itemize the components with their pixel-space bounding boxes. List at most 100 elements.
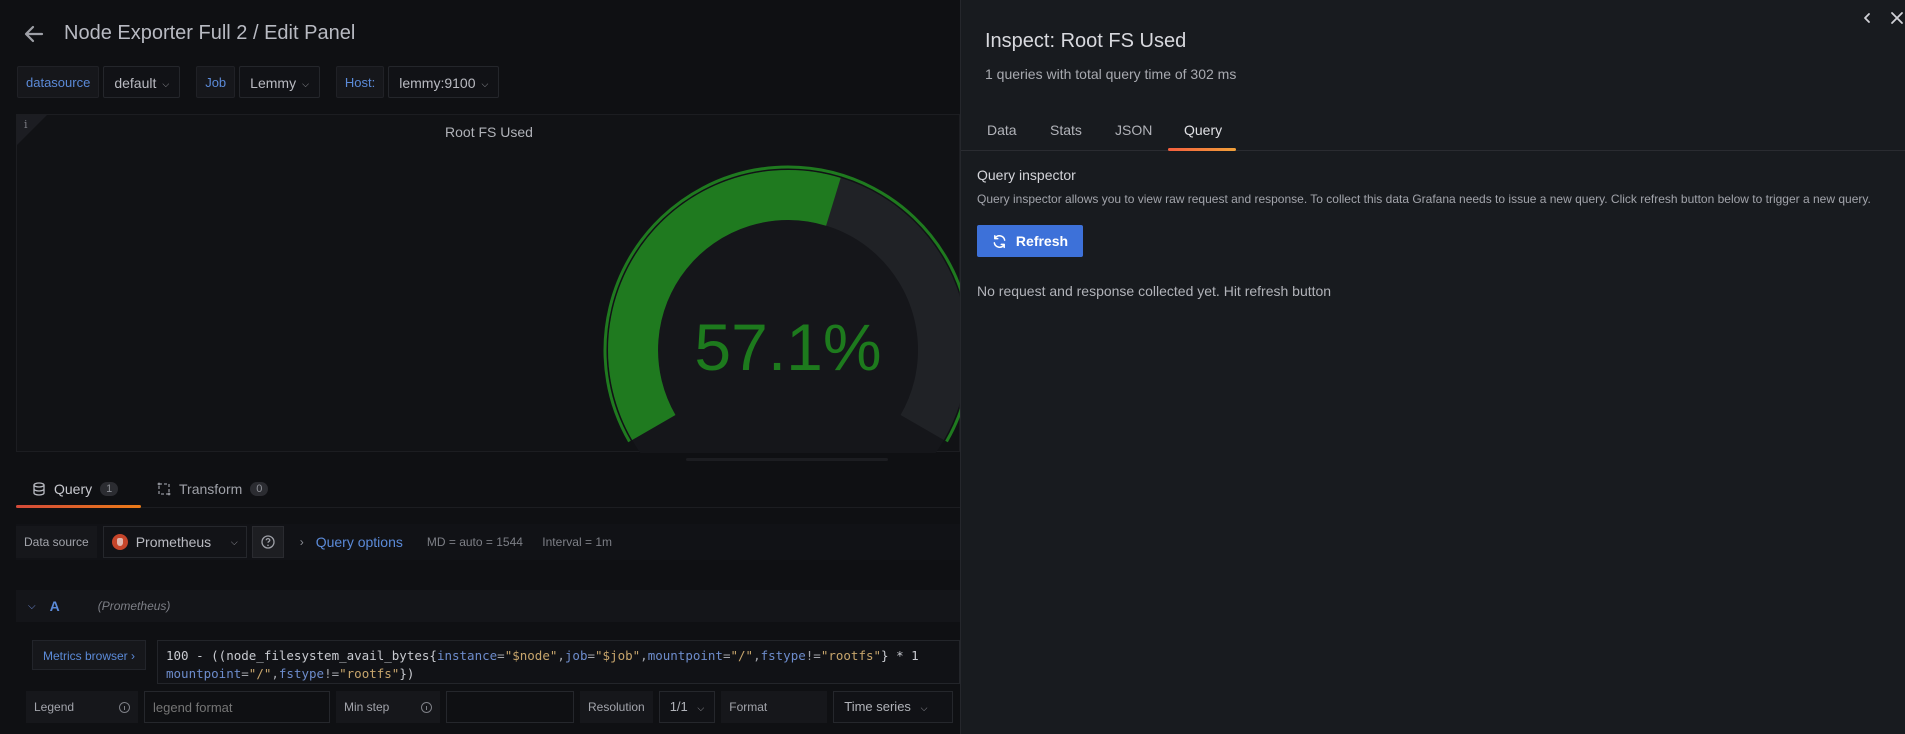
refresh-label: Refresh [1015, 233, 1069, 249]
chevron-right-icon: › [299, 535, 304, 549]
query-options-label: Query options [315, 534, 403, 550]
editor-topbar: Node Exporter Full 2 / Edit Panel [0, 0, 960, 60]
legend-format-input[interactable] [144, 691, 330, 723]
chevron-down-icon: ⌵ [481, 79, 489, 89]
datasource-help-button[interactable] [251, 526, 284, 558]
transform-icon [157, 482, 171, 496]
chevron-down-icon: ⌵ [162, 79, 170, 89]
prometheus-logo-icon [111, 534, 128, 550]
legend-label-text: Legend [34, 700, 75, 714]
query-token: instance [436, 648, 498, 663]
variable-value: Lemmy [250, 75, 297, 91]
variable-select-job[interactable]: Lemmy ⌵ [239, 66, 320, 98]
resolution-value: 1/1 [669, 699, 688, 714]
query-token: fstype [760, 648, 806, 663]
tab-label: Transform [179, 481, 243, 497]
query-token: = [497, 648, 505, 663]
panel-resize-handle[interactable] [686, 458, 888, 461]
variable-select-datasource[interactable]: default ⌵ [103, 66, 181, 98]
query-token: 100 - ((node_filesystem_avail_bytes{ [166, 648, 437, 663]
query-token: mountpoint [647, 648, 723, 663]
query-options-toggle[interactable]: › Query options [300, 534, 403, 550]
format-value: Time series [844, 699, 911, 714]
panel-preview[interactable]: i Root FS Used 57.1% [16, 114, 960, 453]
max-datapoints-text: MD = auto = 1544 [426, 535, 523, 549]
query-token: mountpoint [166, 666, 242, 681]
min-step-label-text: Min step [344, 700, 390, 714]
variable-label-datasource: datasource [17, 66, 100, 98]
variable-select-host[interactable]: lemmy:9100 ⌵ [388, 66, 500, 98]
tab-label: Query [54, 481, 93, 497]
metrics-browser-button[interactable]: Metrics browser › [32, 640, 147, 670]
legend-label: Legend [26, 691, 138, 723]
empty-state-message: No request and response collected yet. H… [977, 283, 1332, 299]
active-tab-indicator [1168, 148, 1236, 151]
query-options-summary: MD = auto = 1544 Interval = 1m [427, 535, 612, 549]
query-token: } * 1 [881, 648, 919, 663]
query-token: , [557, 648, 565, 663]
query-token: != [805, 648, 821, 663]
close-icon [1891, 12, 1903, 24]
inspect-title: Inspect: Root FS Used [985, 30, 1187, 52]
chevron-down-icon: ⌵ [230, 536, 238, 547]
query-ref-id[interactable]: A [50, 598, 60, 614]
datasource-row: Data source Prometheus ⌵ › Query options… [16, 524, 960, 560]
query-token: "rootfs" [339, 666, 400, 681]
datasource-value: Prometheus [135, 534, 212, 550]
query-token: "$job" [595, 648, 641, 663]
query-token: "/" [730, 648, 754, 663]
editor-tabs: Query 1 Transform 0 [16, 470, 960, 508]
question-circle-icon [261, 535, 275, 549]
close-drawer-button[interactable] [1889, 8, 1905, 28]
info-circle-icon[interactable] [119, 701, 130, 713]
datasource-picker[interactable]: Prometheus ⌵ [102, 526, 247, 558]
query-row-header[interactable]: ⌵ A (Prometheus) [16, 590, 960, 622]
info-circle-icon[interactable] [421, 701, 432, 713]
variables-bar: datasource default ⌵ Job Lemmy ⌵ Host: lem… [17, 66, 500, 98]
chevron-left-icon [1864, 13, 1870, 23]
chevron-down-icon: ⌵ [302, 79, 309, 89]
back-arrow-icon[interactable] [22, 22, 46, 46]
variable-label-job: Job [196, 66, 236, 98]
transform-count-badge: 0 [250, 482, 269, 496]
query-token: fstype [278, 666, 325, 681]
query-line-1: 100 - ((node_filesystem_avail_bytes{inst… [166, 647, 951, 665]
database-icon [33, 482, 45, 496]
inspect-tabs: Data Stats JSON Query [961, 114, 1905, 151]
query-token: != [324, 666, 340, 681]
min-step-label: Min step [336, 691, 440, 723]
format-select[interactable]: Time series ⌵ [833, 691, 954, 723]
refresh-button[interactable]: Refresh [977, 225, 1083, 257]
query-token: = [722, 648, 731, 663]
expand-drawer-button[interactable] [1859, 8, 1875, 28]
query-token: , [753, 648, 761, 663]
tab-data[interactable]: Data [987, 122, 1017, 138]
variable-label-host: Host: [335, 66, 385, 98]
tab-json[interactable]: JSON [1115, 122, 1152, 138]
chevron-down-icon: ⌵ [920, 703, 928, 713]
query-token: "$node" [504, 648, 558, 663]
drawer-controls [1859, 8, 1905, 28]
resolution-select[interactable]: 1/1 ⌵ [658, 691, 716, 723]
inspect-drawer: Inspect: Root FS Used 1 queries with tot… [960, 0, 1905, 734]
min-step-input[interactable] [446, 691, 574, 723]
query-token: , [271, 666, 279, 681]
tab-stats[interactable]: Stats [1050, 122, 1082, 138]
promql-query-editor[interactable]: 100 - ((node_filesystem_avail_bytes{inst… [157, 640, 960, 684]
query-token: , [640, 648, 648, 663]
chevron-down-icon[interactable]: ⌵ [28, 601, 36, 612]
chevron-right-icon: › [131, 649, 136, 663]
page-title: Node Exporter Full 2 / Edit Panel [64, 22, 356, 44]
tab-query[interactable]: Query [1184, 122, 1222, 138]
panel-editor: Node Exporter Full 2 / Edit Panel dataso… [0, 0, 960, 734]
datasource-label: Data source [16, 526, 97, 558]
query-token: job [564, 648, 588, 663]
gauge-value: 57.1% [694, 310, 881, 384]
tab-query[interactable]: Query 1 [32, 470, 119, 508]
query-inspector-description: Query inspector allows you to view raw r… [977, 192, 1871, 206]
query-inspector-title: Query inspector [977, 167, 1076, 183]
gauge: 57.1% [603, 165, 960, 453]
resolution-label: Resolution [580, 691, 653, 723]
tab-transform[interactable]: Transform 0 [157, 470, 269, 508]
query-count-badge: 1 [100, 482, 119, 496]
